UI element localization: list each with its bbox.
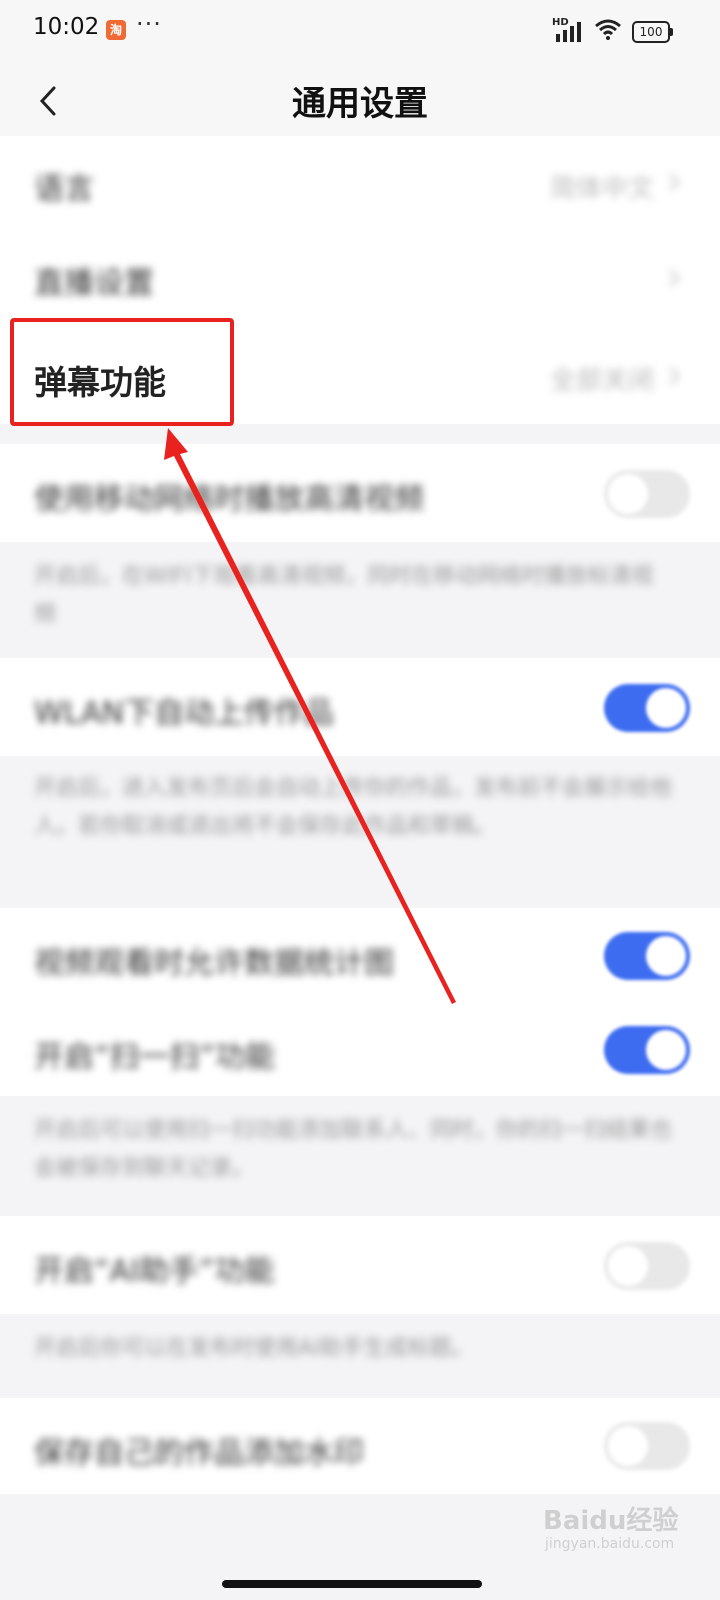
annotation-arrow-icon — [164, 428, 456, 1004]
home-indicator[interactable] — [222, 1580, 482, 1588]
baidu-watermark: Baidu经验 jingyan.baidu.com — [543, 1506, 679, 1552]
